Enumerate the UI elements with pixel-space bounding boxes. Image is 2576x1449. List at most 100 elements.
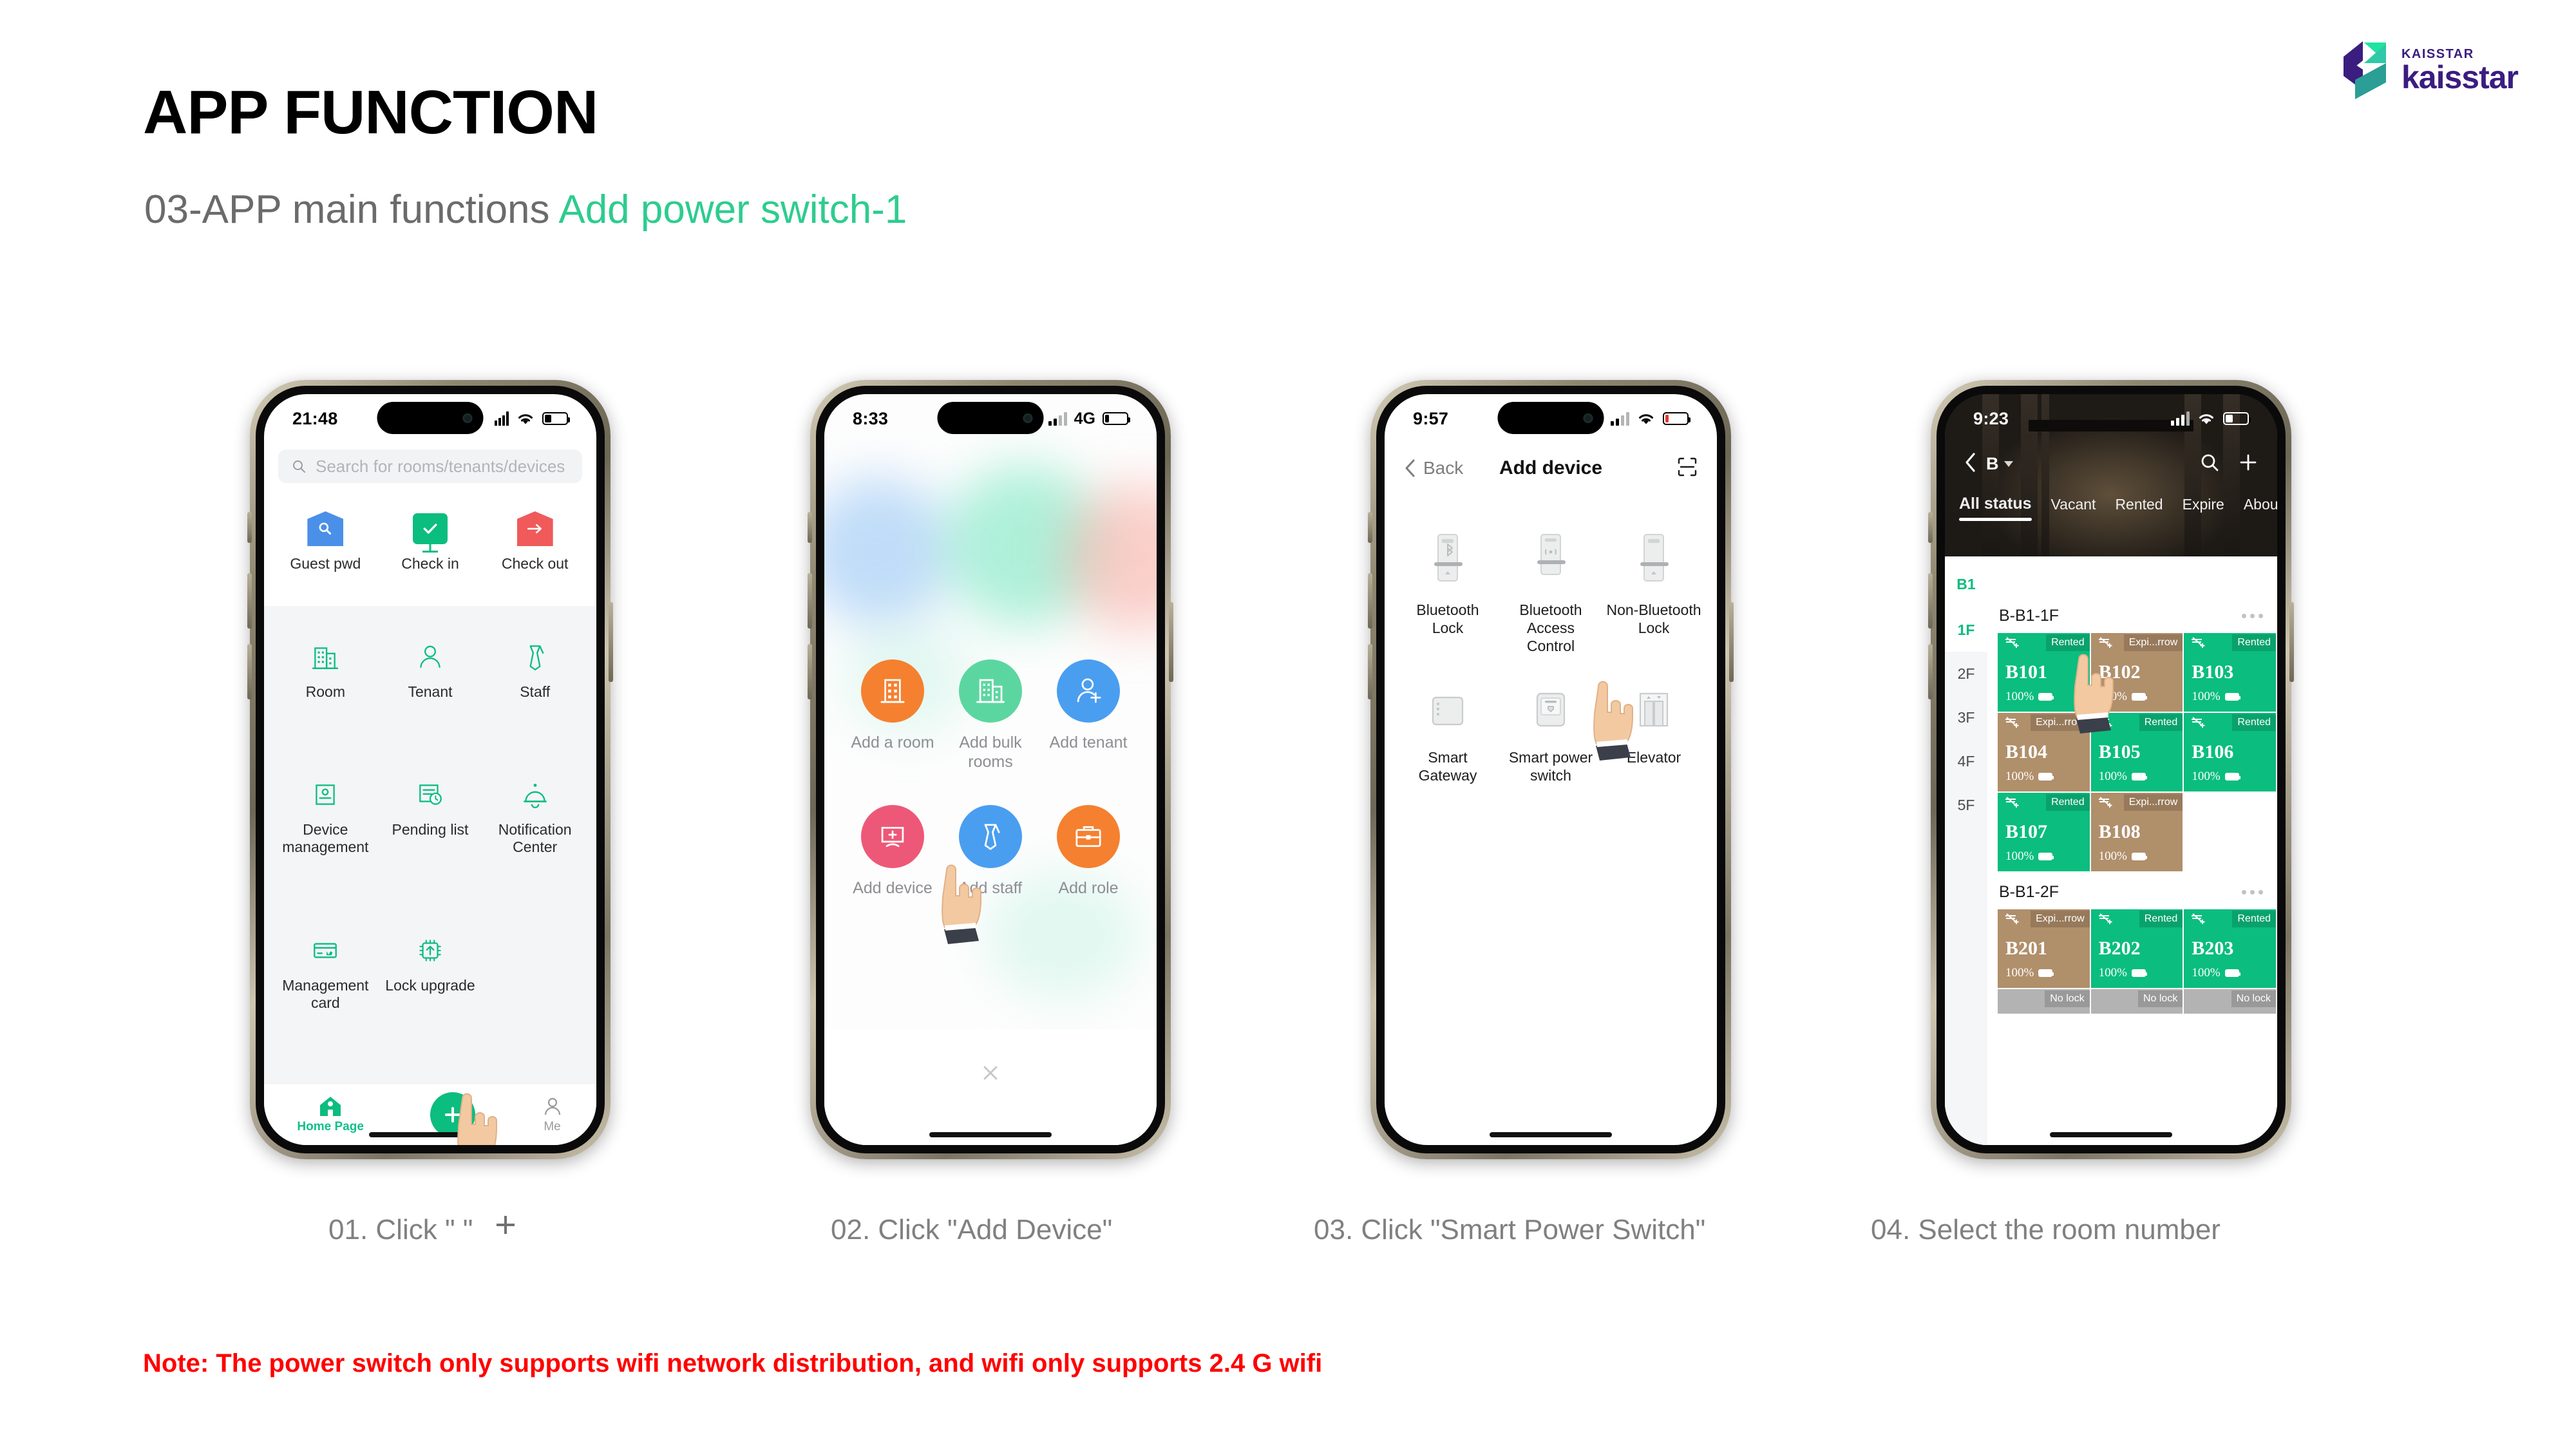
floor-4f[interactable]: 4F [1945, 739, 1987, 783]
room-card[interactable]: Rented B203 100% [2184, 909, 2277, 989]
wifi-add-icon [2098, 716, 2114, 729]
rooms-grid-1f: Rented B101 100% Expi...rrow B102 100% R… [1987, 633, 2277, 873]
menu-item-notification-center[interactable]: Notification Center [482, 766, 587, 921]
room-card[interactable]: Expi...rrow B108 100% [2090, 793, 2184, 873]
room-card[interactable]: Expi...rrow B104 100% [1998, 713, 2091, 793]
tab-me[interactable]: Me [542, 1095, 564, 1134]
tab-vacant[interactable]: Vacant [2051, 496, 2096, 521]
floor-2f[interactable]: 2F [1945, 652, 1987, 696]
menu-item-staff[interactable]: Staff [482, 628, 587, 766]
signal-icon [2171, 412, 2190, 426]
battery-icon [2131, 693, 2147, 701]
battery-icon [2224, 773, 2240, 781]
menu-item-device-management[interactable]: Device management [273, 766, 378, 921]
add-action-add-staff[interactable]: Add staff [942, 791, 1039, 917]
wifi-add-icon [2004, 716, 2021, 729]
note-text: Note: The power switch only supports wif… [143, 1349, 1323, 1378]
menu-item-lock-upgrade[interactable]: Lock upgrade [378, 922, 483, 1077]
bell-icon [516, 776, 554, 813]
dynamic-island [1497, 402, 1604, 434]
search-input[interactable]: Search for rooms/tenants/devices [278, 450, 582, 483]
menu-item-label: Tenant [408, 683, 453, 701]
navigation-bar: Back Add device [1385, 443, 1717, 493]
room-card[interactable]: Rented B107 100% [1998, 793, 2091, 873]
building-icon [861, 659, 924, 723]
subtitle-prefix: 03-APP main functions [144, 187, 559, 232]
wifi-add-icon [2004, 796, 2021, 809]
tab-label: Home Page [297, 1119, 364, 1133]
close-button[interactable] [824, 1060, 1157, 1086]
device-option-smart-gateway[interactable]: Smart Gateway [1396, 677, 1499, 806]
device-option-bluetooth-lock[interactable]: Bluetooth Lock [1396, 522, 1499, 677]
floor-b1[interactable]: B1 [1945, 560, 1987, 608]
building-selector[interactable]: B [1986, 454, 2014, 474]
quick-action-check-out[interactable]: Check out [482, 500, 587, 587]
wifi-add-icon [2098, 636, 2114, 649]
room-card[interactable]: No lock [1998, 989, 2091, 1015]
shield-arrow-icon [516, 510, 554, 547]
person-plus-icon [1057, 659, 1120, 723]
add-action-label: Add bulk rooms [959, 734, 1022, 771]
add-action-add-tenant[interactable]: Add tenant [1039, 645, 1137, 791]
back-button[interactable]: Back [1404, 458, 1463, 478]
add-action-add-device[interactable]: Add device [844, 791, 942, 917]
search-placeholder: Search for rooms/tenants/devices [316, 456, 565, 476]
floor-3f[interactable]: 3F [1945, 696, 1987, 739]
tab-home-page[interactable]: Home Page [297, 1095, 364, 1134]
section-more-button[interactable] [2242, 614, 2263, 618]
plus-icon [494, 1211, 517, 1244]
room-card[interactable]: Rented B106 100% [2184, 713, 2277, 793]
menu-item-tenant[interactable]: Tenant [378, 628, 483, 766]
menu-item-room[interactable]: Room [273, 628, 378, 766]
phone-3-screen: 9:57 Back Add device Bluetooth Lock Blue… [1385, 394, 1717, 1145]
device-option-non-bluetooth-lock[interactable]: Non-Bluetooth Lock [1602, 522, 1705, 677]
room-card[interactable]: Rented B101 100% [1998, 633, 2091, 713]
add-action-add-bulk-rooms[interactable]: Add bulk rooms [942, 645, 1039, 791]
floor-5f[interactable]: 5F [1945, 783, 1987, 827]
floor-1f[interactable]: 1F [1945, 608, 1987, 652]
battery-icon [2038, 693, 2054, 701]
room-card[interactable]: No lock [2184, 989, 2277, 1015]
room-battery-pct: 100% [2005, 849, 2034, 863]
room-card[interactable]: No lock [2090, 989, 2184, 1015]
scan-button[interactable] [1677, 457, 1698, 480]
menu-item-label: Lock upgrade [385, 976, 475, 994]
hero-overlay-controls: 9:23 B All status Vacant Rented Expire A… [1945, 394, 2277, 521]
add-action-label: Add staff [958, 879, 1023, 897]
tab-expire[interactable]: Expire [2183, 496, 2224, 521]
home-indicator [369, 1132, 491, 1137]
quick-action-guest-pwd[interactable]: Guest pwd [273, 500, 378, 587]
phone-1-frame: 21:48 Search for rooms/tenants/devices G… [247, 380, 613, 1159]
room-status-badge: Expi...rrow [2123, 634, 2183, 651]
signal-icon [1048, 412, 1067, 426]
add-action-add-a-room[interactable]: Add a room [844, 645, 942, 791]
kaisstar-logo-icon [2336, 40, 2392, 102]
battery-icon [2038, 853, 2054, 860]
device-option-bluetooth-access-control[interactable]: Bluetooth Access Control [1499, 522, 1602, 677]
device-option-smart-power-switch[interactable]: Smart power switch [1499, 677, 1602, 806]
room-number: B104 [2005, 741, 2048, 762]
tab-about[interactable]: About t [2244, 496, 2277, 521]
menu-item-pending-list[interactable]: Pending list [378, 766, 483, 921]
room-card[interactable]: Rented B105 100% [2090, 713, 2184, 793]
person-icon [411, 638, 450, 676]
tab-all-status[interactable]: All status [1959, 495, 2032, 521]
section-more-button[interactable] [2242, 890, 2263, 895]
add-fab-button[interactable] [430, 1092, 475, 1137]
room-card[interactable]: Rented B103 100% [2184, 633, 2277, 713]
back-button[interactable] [1964, 452, 1977, 476]
room-card[interactable]: Expi...rrow B201 100% [1998, 909, 2091, 989]
shield-search-icon [306, 510, 345, 547]
quick-action-check-in[interactable]: Check in [378, 500, 483, 587]
search-button[interactable] [2200, 453, 2219, 475]
add-button[interactable] [2239, 453, 2258, 475]
tab-rented[interactable]: Rented [2115, 496, 2163, 521]
add-action-add-role[interactable]: Add role [1039, 791, 1137, 917]
room-status-badge: Rented [2046, 634, 2090, 651]
room-card[interactable]: Expi...rrow B102 100% [2090, 633, 2184, 713]
menu-item-management-card[interactable]: Management card [273, 922, 378, 1077]
device-option-elevator[interactable]: Elevator [1602, 677, 1705, 806]
room-battery-pct: 100% [2098, 966, 2127, 980]
room-card[interactable]: Rented B202 100% [2090, 909, 2184, 989]
room-number: B101 [2005, 661, 2048, 683]
